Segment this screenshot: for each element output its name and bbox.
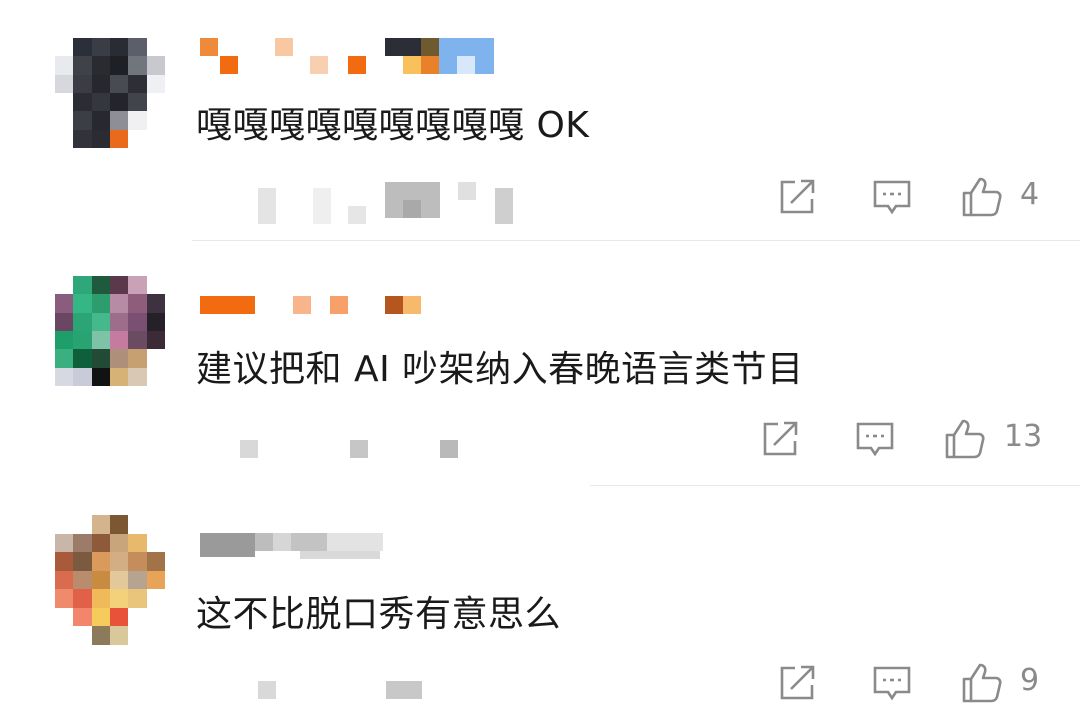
avatar[interactable] — [55, 515, 165, 645]
reply-icon — [873, 180, 911, 215]
avatar[interactable] — [55, 276, 165, 386]
like-icon — [962, 177, 1002, 217]
reply-icon — [873, 666, 911, 701]
like-button[interactable] — [943, 417, 987, 461]
comment-meta-redacted — [258, 681, 428, 721]
comment-actions: 9 — [775, 661, 1075, 711]
username-redacted[interactable] — [200, 38, 500, 78]
avatar[interactable] — [55, 38, 165, 148]
comment-actions: 4 — [775, 175, 1075, 225]
like-icon — [962, 663, 1002, 703]
username-redacted[interactable] — [200, 533, 390, 573]
share-button[interactable] — [775, 661, 819, 705]
like-count: 9 — [1020, 663, 1040, 698]
like-icon — [945, 419, 985, 459]
comment-actions: 13 — [758, 417, 1058, 467]
comment-meta-redacted — [258, 182, 518, 224]
share-button[interactable] — [775, 175, 819, 219]
comment-text: 建议把和 AI 吵架纳入春晚语言类节目 — [196, 349, 804, 390]
comment-item: 嘎嘎嘎嘎嘎嘎嘎嘎嘎 OK 4 — [0, 0, 1080, 241]
comment-meta-redacted — [240, 440, 470, 480]
comment-item: 建议把和 AI 吵架纳入春晚语言类节目 13 — [0, 240, 1080, 486]
reply-button[interactable] — [870, 175, 914, 219]
like-count: 4 — [1020, 177, 1040, 212]
share-icon — [780, 665, 815, 700]
share-button[interactable] — [758, 417, 802, 461]
like-button[interactable] — [960, 175, 1004, 219]
reply-button[interactable] — [853, 417, 897, 461]
share-icon — [780, 179, 815, 214]
comment-item: 这不比脱口秀有意思么 9 — [0, 485, 1080, 715]
comment-text: 这不比脱口秀有意思么 — [196, 594, 562, 635]
comment-text: 嘎嘎嘎嘎嘎嘎嘎嘎嘎 OK — [196, 105, 590, 146]
username-redacted[interactable] — [200, 296, 440, 336]
reply-button[interactable] — [870, 661, 914, 705]
like-button[interactable] — [960, 661, 1004, 705]
reply-icon — [856, 422, 894, 457]
share-icon — [763, 421, 798, 456]
like-count: 13 — [1004, 419, 1043, 454]
